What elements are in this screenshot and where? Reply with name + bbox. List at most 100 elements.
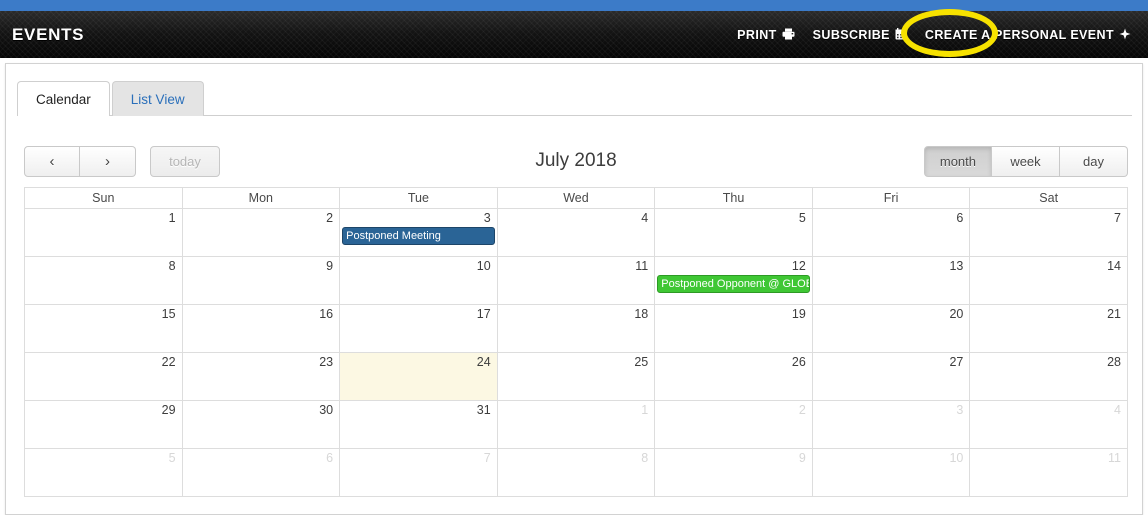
day-cell[interactable]: 31	[339, 400, 498, 449]
print-button[interactable]: PRINT	[728, 26, 804, 44]
day-cell[interactable]: 8	[24, 256, 183, 305]
calendar-toolbar: July 2018 ‹ › today month week day	[24, 142, 1128, 182]
calendar-icon	[895, 27, 907, 42]
week-row: 29 30 31 1 2 3 4	[24, 400, 1128, 449]
day-cell[interactable]: 8	[496, 448, 656, 497]
subscribe-button[interactable]: SUBSCRIBE	[804, 26, 916, 44]
day-cell[interactable]: 15	[24, 304, 183, 353]
day-cell[interactable]: 11	[969, 448, 1128, 497]
day-cell[interactable]: 25	[496, 352, 656, 401]
day-number: 1	[168, 211, 176, 225]
day-cell[interactable]: 26	[654, 352, 813, 401]
day-number: 28	[1107, 355, 1121, 369]
day-number: 21	[1107, 307, 1121, 321]
create-personal-event-button[interactable]: CREATE A PERSONAL EVENT	[916, 26, 1140, 44]
day-cell[interactable]: 10	[811, 448, 971, 497]
day-cell[interactable]: 1	[496, 400, 656, 449]
day-number: 2	[798, 403, 806, 417]
day-number: 19	[791, 307, 806, 321]
day-cell[interactable]: 12 Postponed Opponent @ GLOBAL	[654, 256, 813, 305]
day-cell[interactable]: 2	[181, 208, 341, 257]
page-root: EVENTS PRINT SUBSCRIBE CREATE A PERSONAL…	[0, 0, 1148, 522]
top-accent-bar	[0, 0, 1148, 11]
calendar-event[interactable]: Postponed Meeting	[342, 227, 495, 245]
day-cell[interactable]: 6	[181, 448, 341, 497]
day-number: 7	[1114, 211, 1121, 225]
day-number: 17	[476, 307, 491, 321]
header-actions: PRINT SUBSCRIBE CREATE A PERSONAL EVENT	[728, 26, 1140, 44]
day-number: 30	[319, 403, 334, 417]
day-cell[interactable]: 23	[181, 352, 341, 401]
day-number: 10	[949, 451, 964, 465]
calendar-event[interactable]: Postponed Opponent @ GLOBAL	[657, 275, 810, 293]
week-row: 5 6 7 8 9 10 11	[24, 448, 1128, 497]
day-number: 18	[634, 307, 649, 321]
subscribe-label: SUBSCRIBE	[812, 27, 890, 42]
day-number: 23	[319, 355, 334, 369]
create-personal-event-label: CREATE A PERSONAL EVENT	[924, 27, 1114, 42]
page-bottom-edge	[0, 515, 1148, 522]
day-cell[interactable]: 5	[24, 448, 183, 497]
day-cell[interactable]: 24	[339, 352, 498, 401]
calendar-nav-buttons: ‹ ›	[24, 146, 136, 177]
view-day-button[interactable]: day	[1060, 146, 1128, 177]
view-day-label: day	[1083, 154, 1104, 169]
weekday-header-sun: Sun	[24, 187, 183, 209]
site-header: EVENTS PRINT SUBSCRIBE CREATE A PERSONAL…	[0, 11, 1148, 58]
day-number: 11	[1108, 451, 1121, 465]
day-cell[interactable]: 19	[654, 304, 813, 353]
day-cell[interactable]: 7	[969, 208, 1128, 257]
tab-calendar[interactable]: Calendar	[17, 81, 110, 117]
day-cell[interactable]: 22	[24, 352, 183, 401]
day-cell[interactable]: 17	[339, 304, 498, 353]
day-number: 9	[326, 259, 334, 273]
day-cell[interactable]: 30	[181, 400, 341, 449]
day-cell[interactable]: 9	[654, 448, 813, 497]
today-button[interactable]: today	[150, 146, 220, 177]
day-cell[interactable]: 3	[811, 400, 971, 449]
day-cell[interactable]: 29	[24, 400, 183, 449]
day-cell[interactable]: 14	[969, 256, 1128, 305]
day-number: 15	[161, 307, 176, 321]
plus-icon	[1119, 28, 1131, 42]
day-cell[interactable]: 13	[811, 256, 971, 305]
day-cell[interactable]: 21	[969, 304, 1128, 353]
day-cell[interactable]: 4	[496, 208, 656, 257]
day-cell[interactable]: 28	[969, 352, 1128, 401]
day-number: 26	[791, 355, 806, 369]
tab-list-view[interactable]: List View	[111, 81, 204, 116]
day-number: 8	[168, 259, 176, 273]
day-number: 13	[949, 259, 964, 273]
weekday-header-fri: Fri	[811, 187, 971, 209]
month-grid: Sun Mon Tue Wed Thu Fri Sat 1 2 3 Postponed Meeti…	[24, 187, 1128, 497]
day-cell[interactable]: 1	[24, 208, 183, 257]
day-cell[interactable]: 18	[496, 304, 656, 353]
week-row: 1 2 3 Postponed Meeting 4 5 6 7	[24, 208, 1128, 257]
day-number: 25	[634, 355, 649, 369]
day-cell[interactable]: 4	[969, 400, 1128, 449]
weekday-header-sat: Sat	[969, 187, 1128, 209]
day-cell[interactable]: 16	[181, 304, 341, 353]
day-cell[interactable]: 6	[811, 208, 971, 257]
day-cell[interactable]: 20	[811, 304, 971, 353]
day-number: 3	[956, 403, 964, 417]
view-month-button[interactable]: month	[923, 146, 992, 177]
day-cell[interactable]: 9	[181, 256, 341, 305]
day-cell[interactable]: 10	[339, 256, 498, 305]
day-cell[interactable]: 27	[811, 352, 971, 401]
page-title: EVENTS	[12, 24, 85, 44]
next-month-button[interactable]: ›	[80, 146, 136, 177]
view-week-label: week	[1010, 154, 1041, 169]
day-cell[interactable]: 5	[654, 208, 813, 257]
view-week-button[interactable]: week	[992, 146, 1060, 177]
day-cell[interactable]: 2	[654, 400, 813, 449]
day-cell[interactable]: 3 Postponed Meeting	[339, 208, 498, 257]
day-number: 2	[326, 211, 334, 225]
prev-month-button[interactable]: ‹	[24, 146, 80, 177]
day-number: 31	[476, 403, 491, 417]
print-label: PRINT	[737, 27, 777, 42]
day-cell[interactable]: 7	[339, 448, 498, 497]
weekday-header-tue: Tue	[339, 187, 498, 209]
calendar-panel: Calendar List View July 2018 ‹ › today m…	[5, 63, 1143, 515]
day-cell[interactable]: 11	[496, 256, 656, 305]
